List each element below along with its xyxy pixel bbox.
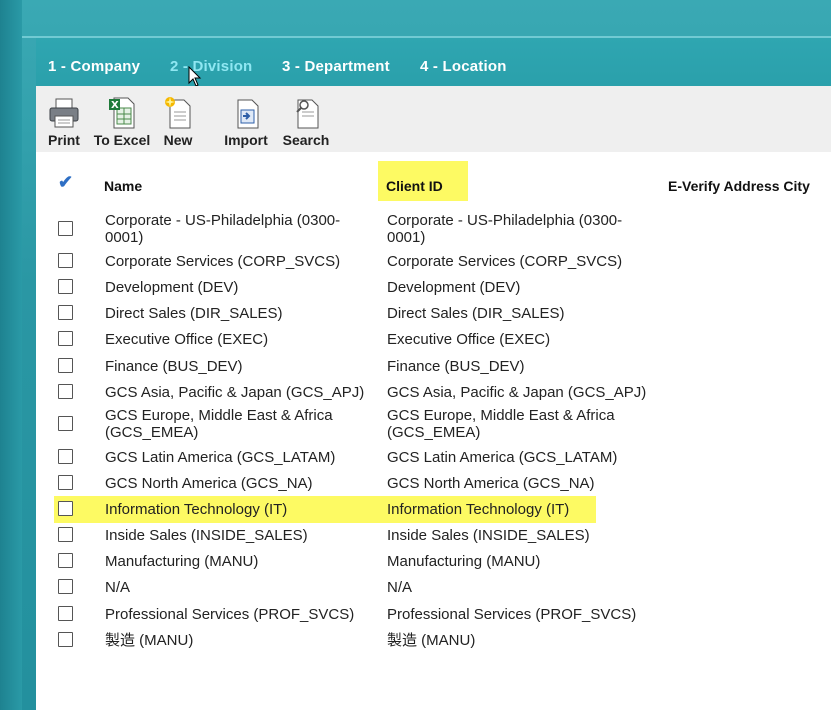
row-client-id: N/A	[387, 579, 413, 596]
svg-text:X: X	[111, 100, 119, 111]
select-all-checkmark-icon[interactable]: ✔	[58, 172, 73, 193]
row-client-id: Information Technology (IT)	[387, 501, 570, 518]
main-panel: Print X To Excel New Import Search ✔ Nam…	[36, 86, 831, 710]
row-checkbox[interactable]	[58, 416, 73, 431]
new-button[interactable]: New	[160, 96, 196, 148]
row-name: 製造 (MANU)	[105, 632, 194, 649]
row-client-id: Corporate - US-Philadelphia (0300-0001)	[387, 212, 623, 246]
printer-icon	[49, 98, 79, 128]
mouse-cursor-icon	[188, 66, 202, 87]
row-client-id: Finance (BUS_DEV)	[387, 358, 525, 375]
toolbar: Print X To Excel New Import Search	[36, 86, 831, 152]
to-excel-button[interactable]: X To Excel	[90, 96, 154, 148]
row-client-id: Direct Sales (DIR_SALES)	[387, 305, 565, 322]
row-checkbox[interactable]	[58, 579, 73, 594]
row-client-id: Corporate Services (CORP_SVCS)	[387, 253, 623, 270]
new-document-icon	[165, 97, 191, 129]
row-name: Inside Sales (INSIDE_SALES)	[105, 527, 308, 544]
row-client-id: GCS North America (GCS_NA)	[387, 475, 595, 492]
row-name: Development (DEV)	[105, 279, 239, 296]
row-client-id: Development (DEV)	[387, 279, 521, 296]
row-name: N/A	[105, 579, 131, 596]
row-name: GCS Latin America (GCS_LATAM)	[105, 449, 336, 466]
row-checkbox[interactable]	[58, 553, 73, 568]
search-document-icon	[296, 99, 319, 129]
column-header-name[interactable]: Name	[104, 178, 142, 194]
print-label: Print	[48, 132, 80, 148]
row-checkbox[interactable]	[58, 632, 73, 647]
row-checkbox[interactable]	[58, 253, 73, 268]
row-name: GCS Europe, Middle East & Africa (GCS_EM…	[105, 407, 333, 441]
row-name: Information Technology (IT)	[105, 501, 288, 518]
row-client-id: 製造 (MANU)	[387, 632, 476, 649]
row-client-id: Manufacturing (MANU)	[387, 553, 541, 570]
row-client-id: Inside Sales (INSIDE_SALES)	[387, 527, 590, 544]
row-name: Corporate Services (CORP_SVCS)	[105, 253, 341, 270]
row-checkbox[interactable]	[58, 475, 73, 490]
tab-department[interactable]: 3 - Department	[282, 58, 390, 75]
row-checkbox[interactable]	[58, 221, 73, 236]
search-label: Search	[282, 132, 330, 148]
column-header-everify-city[interactable]: E-Verify Address City	[668, 178, 810, 194]
window-edge	[0, 0, 22, 710]
tab-company[interactable]: 1 - Company	[48, 58, 140, 75]
row-name: Manufacturing (MANU)	[105, 553, 259, 570]
import-label: Import	[224, 132, 268, 148]
row-name: GCS Asia, Pacific & Japan (GCS_APJ)	[105, 384, 365, 401]
row-checkbox[interactable]	[58, 331, 73, 346]
row-name: Direct Sales (DIR_SALES)	[105, 305, 283, 322]
column-header-client-id[interactable]: Client ID	[386, 178, 443, 194]
row-checkbox[interactable]	[58, 527, 73, 542]
tab-location[interactable]: 4 - Location	[420, 58, 507, 75]
row-checkbox[interactable]	[58, 449, 73, 464]
search-button[interactable]: Search	[280, 96, 332, 148]
excel-icon: X	[109, 97, 135, 129]
row-client-id: GCS Europe, Middle East & Africa (GCS_EM…	[387, 407, 615, 441]
row-client-id: Professional Services (PROF_SVCS)	[387, 606, 637, 623]
row-name: Executive Office (EXEC)	[105, 331, 269, 348]
print-button[interactable]: Print	[45, 96, 83, 148]
row-client-id: Executive Office (EXEC)	[387, 331, 551, 348]
to-excel-label: To Excel	[93, 132, 151, 148]
new-label: New	[163, 132, 193, 148]
import-icon	[237, 99, 259, 129]
row-checkbox[interactable]	[58, 606, 73, 621]
row-checkbox[interactable]	[58, 384, 73, 399]
row-name: Corporate - US-Philadelphia (0300-0001)	[105, 212, 341, 246]
tab-division[interactable]: 2 - Division	[170, 58, 252, 75]
row-checkbox[interactable]	[58, 305, 73, 320]
row-client-id: GCS Asia, Pacific & Japan (GCS_APJ)	[387, 384, 647, 401]
row-name: Finance (BUS_DEV)	[105, 358, 243, 375]
tab-bar: 1 - Company 2 - Division 3 - Department …	[36, 38, 831, 86]
row-checkbox[interactable]	[58, 279, 73, 294]
row-name: Professional Services (PROF_SVCS)	[105, 606, 355, 623]
row-name: GCS North America (GCS_NA)	[105, 475, 313, 492]
row-checkbox[interactable]	[58, 501, 73, 516]
row-checkbox[interactable]	[58, 358, 73, 373]
row-client-id: GCS Latin America (GCS_LATAM)	[387, 449, 618, 466]
import-button[interactable]: Import	[220, 96, 272, 148]
